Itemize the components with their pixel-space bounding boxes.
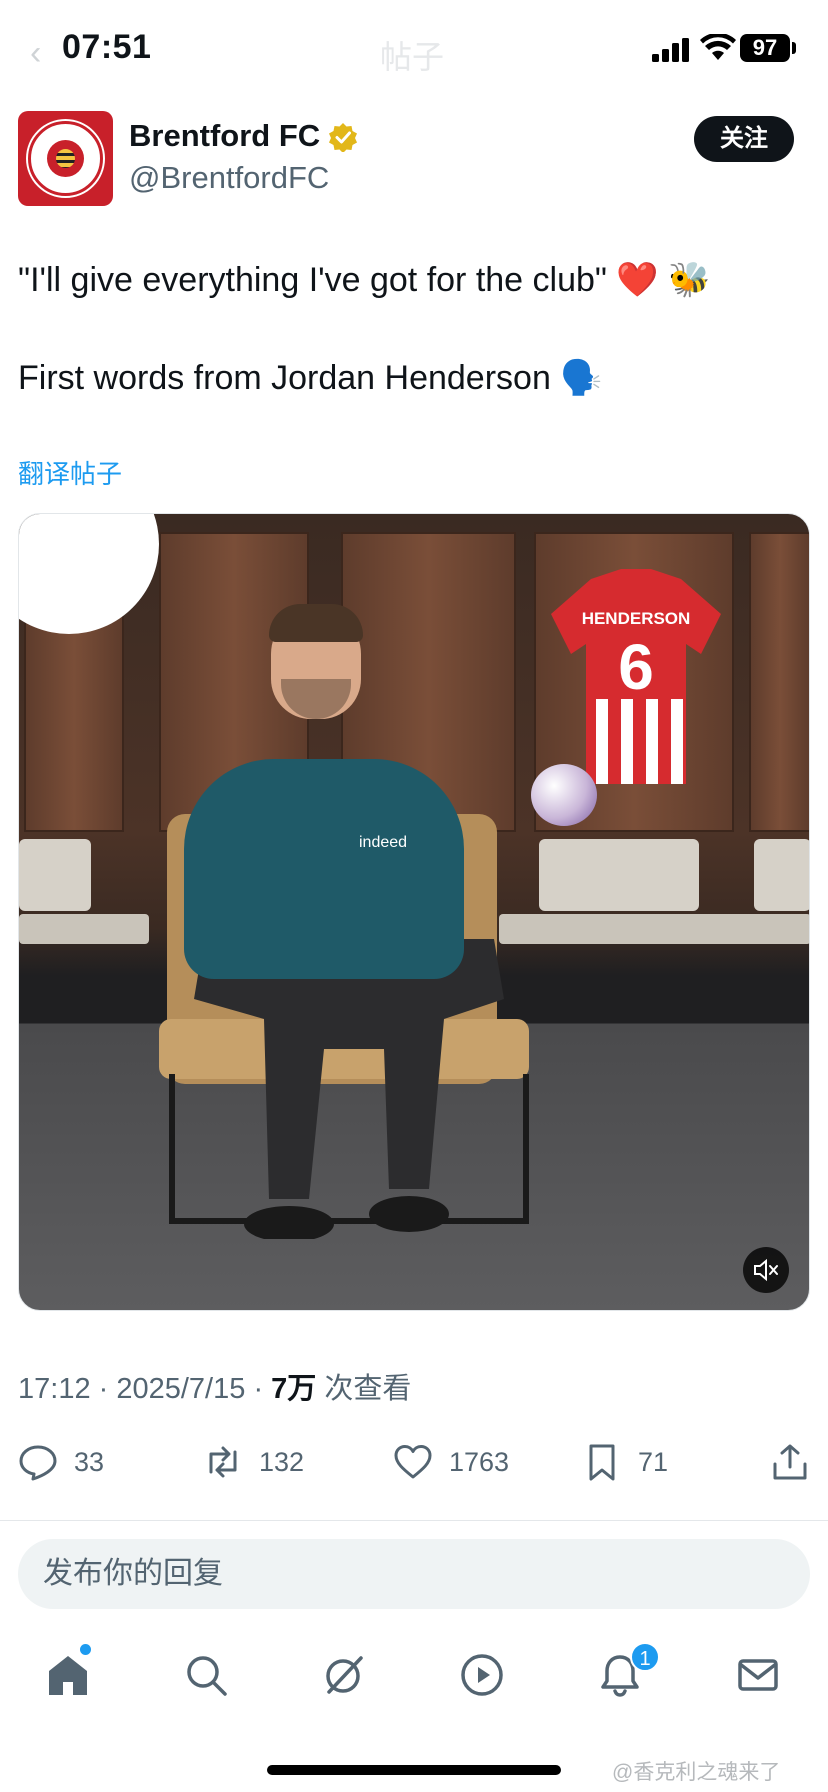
page-title: 帖子 [380, 39, 445, 75]
search-icon [187, 1656, 227, 1696]
home-icon [49, 1656, 87, 1695]
video-player[interactable]: HENDERSON 6 indeed [18, 513, 810, 1311]
club-crest-icon [28, 121, 103, 196]
volume-muted-icon [754, 1258, 778, 1282]
reply-count: 33 [74, 1446, 105, 1477]
grok-icon [326, 1656, 363, 1694]
nav-video[interactable] [452, 1640, 512, 1710]
nav-search[interactable] [176, 1640, 236, 1710]
follow-button[interactable]: 关注 [694, 116, 794, 162]
tweet-text-line-2: First words from Jordan Henderson 🗣️ [18, 359, 603, 397]
reply-button[interactable]: 33 [18, 1434, 104, 1490]
tweet-meta: 17:12 · 2025/7/15 · 7万 次查看 [18, 1373, 412, 1405]
bench-seat [709, 914, 809, 944]
avatar[interactable] [18, 111, 113, 206]
bench [19, 839, 91, 911]
repost-count: 132 [259, 1446, 305, 1477]
shirt-sponsor: indeed [359, 834, 408, 851]
tweet-date: 2025/7/15 [116, 1373, 246, 1405]
mute-button[interactable] [743, 1247, 789, 1293]
cellular-signal-icon [652, 38, 689, 62]
translate-post-link[interactable]: 翻译帖子 [18, 454, 122, 491]
watermark: @香克利之魂来了 [612, 1761, 781, 1784]
home-unread-dot [80, 1644, 91, 1655]
wifi-icon [700, 34, 736, 60]
share-button[interactable] [770, 1434, 826, 1490]
bookmark-icon [589, 1444, 615, 1481]
views-label: 次查看 [324, 1373, 412, 1405]
jersey-image: HENDERSON 6 [551, 569, 721, 784]
mail-icon [738, 1659, 778, 1691]
bench [754, 839, 809, 911]
locker [749, 532, 809, 832]
nav-grok[interactable] [314, 1640, 374, 1710]
like-button[interactable]: 1763 [393, 1434, 509, 1490]
divider [0, 1520, 828, 1521]
repost-icon [209, 1446, 237, 1478]
bottom-nav [0, 1640, 828, 1710]
bookmark-count: 71 [638, 1446, 669, 1477]
bench-seat [19, 914, 149, 944]
author-name[interactable]: Brentford FC [129, 118, 320, 154]
play-icon [461, 1654, 503, 1696]
notifications-badge: 1 [630, 1642, 660, 1672]
back-arrow-icon[interactable]: ‹ [30, 34, 41, 73]
battery-tip [792, 42, 796, 54]
tweet-text-line-1: "I'll give everything I've got for the c… [18, 261, 711, 299]
player-hair [269, 604, 363, 642]
heart-icon [394, 1445, 432, 1479]
bookmark-button[interactable]: 71 [582, 1434, 668, 1490]
bench [539, 839, 699, 911]
share-icon [773, 1444, 807, 1480]
verified-badge-icon [329, 123, 357, 152]
view-count: 7万 [271, 1373, 317, 1405]
reply-icon [19, 1445, 57, 1481]
reply-input[interactable]: 发布你的回复 [18, 1539, 810, 1609]
player-shirt: indeed [184, 759, 464, 979]
home-indicator[interactable] [267, 1765, 561, 1775]
bench-seat [499, 914, 719, 944]
status-bar: ‹ 帖子 07:51 97 [0, 0, 828, 100]
like-count: 1763 [449, 1446, 510, 1477]
author-handle[interactable]: @BrentfordFC [129, 160, 329, 196]
action-bar: 33 132 1763 71 [0, 1434, 828, 1490]
tweet-time: 17:12 [18, 1373, 91, 1405]
nav-messages[interactable] [728, 1640, 788, 1710]
repost-button[interactable]: 132 [203, 1434, 304, 1490]
football-image [531, 764, 597, 826]
status-time: 07:51 [62, 28, 152, 66]
trousers [194, 939, 504, 1239]
jersey-name: HENDERSON [582, 609, 691, 628]
jersey-number: 6 [618, 631, 654, 703]
battery-indicator: 97 [740, 34, 790, 62]
bee-icon [56, 149, 75, 168]
image-glare [19, 514, 159, 634]
